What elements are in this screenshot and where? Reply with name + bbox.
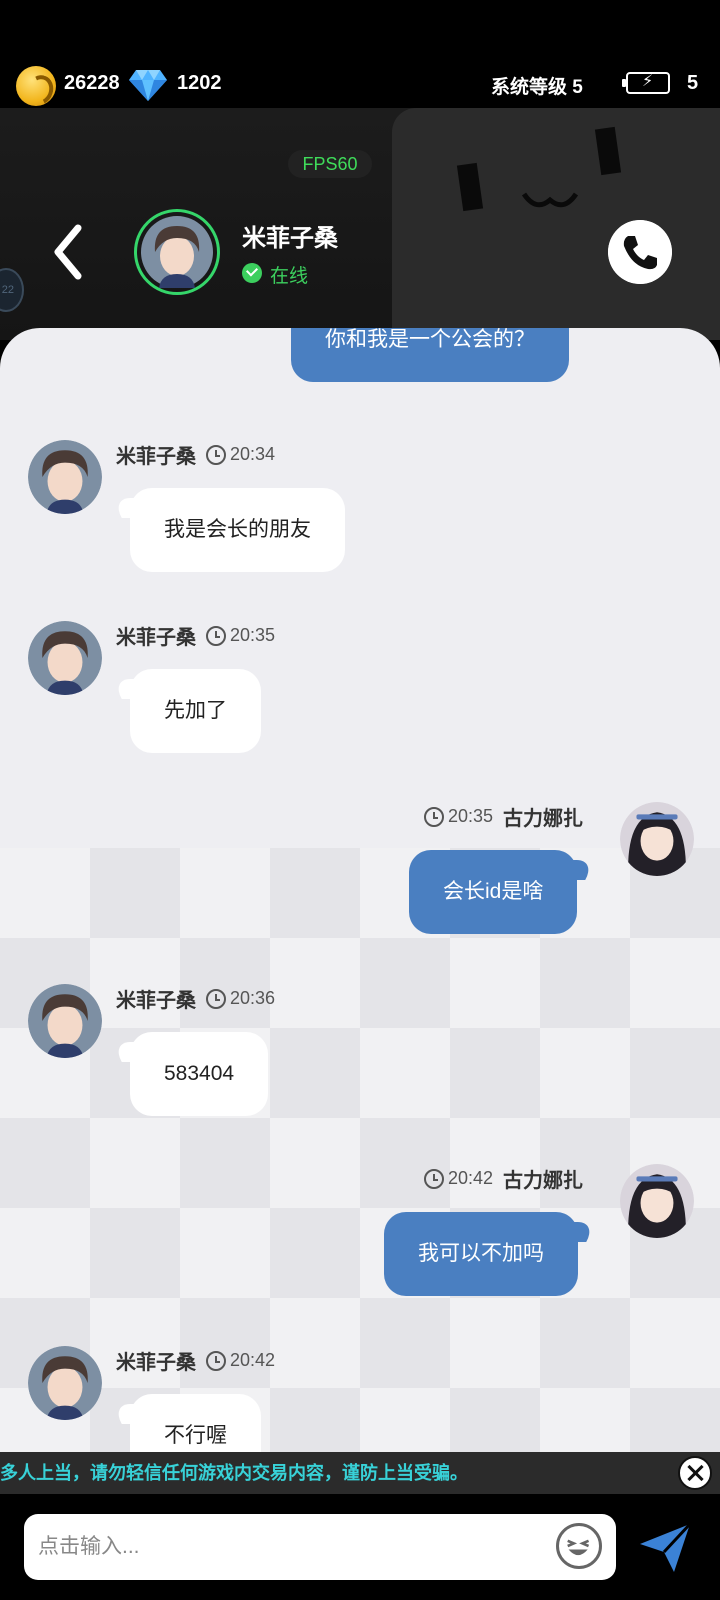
message-input-box[interactable] xyxy=(24,1514,616,1580)
message-bubble-incoming[interactable]: 我是会长的朋友 xyxy=(130,488,345,572)
clock-icon xyxy=(206,444,226,465)
chat-messages[interactable]: 你和我是一个公会的？ 米菲子桑 20:34 我是会长的朋友 米菲子桑 20:35… xyxy=(0,328,720,1452)
timestamp: 20:42 xyxy=(424,1168,493,1189)
energy-battery-icon: ⚡ xyxy=(622,72,670,94)
message-meta: 米菲子桑 20:34 xyxy=(116,440,275,469)
message-meta: 米菲子桑 20:36 xyxy=(116,984,275,1013)
back-button[interactable] xyxy=(48,222,88,282)
sender-avatar[interactable] xyxy=(28,984,102,1058)
message-input-bar xyxy=(0,1494,720,1600)
message-bubble-outgoing[interactable]: 你和我是一个公会的？ xyxy=(291,328,569,382)
timestamp: 20:35 xyxy=(206,625,275,646)
clock-icon xyxy=(206,1350,226,1371)
message-meta: 20:42 古力娜扎 xyxy=(424,1164,583,1193)
coin-count: 26228 xyxy=(64,72,120,94)
message-meta: 20:35 古力娜扎 xyxy=(424,802,583,831)
scam-warning-banner: 多人上当，请勿轻信任何游戏内交易内容，谨防上当受骗。 xyxy=(0,1452,720,1494)
timestamp: 20:34 xyxy=(206,444,275,465)
timestamp: 20:36 xyxy=(206,988,275,1009)
sender-avatar[interactable] xyxy=(28,1346,102,1420)
clock-icon xyxy=(424,1168,444,1189)
sender-name: 米菲子桑 xyxy=(116,1352,196,1374)
cube-mouth xyxy=(522,192,578,208)
close-banner-button[interactable] xyxy=(678,1456,712,1490)
timestamp: 20:35 xyxy=(424,806,493,827)
warning-text: 多人上当，请勿轻信任何游戏内交易内容，谨防上当受骗。 xyxy=(0,1463,468,1483)
message-time: 20:42 xyxy=(230,1350,276,1370)
online-check-icon xyxy=(242,263,262,283)
message-input[interactable] xyxy=(38,1514,538,1580)
message-bubble-outgoing[interactable]: 我可以不加吗 xyxy=(384,1212,578,1296)
clock-icon xyxy=(206,988,226,1009)
sender-name: 米菲子桑 xyxy=(116,446,196,468)
checker-floor-background xyxy=(0,848,720,1452)
message-meta: 米菲子桑 20:35 xyxy=(116,621,275,650)
message-bubble-incoming[interactable]: 583404 xyxy=(130,1032,269,1116)
message-time: 20:35 xyxy=(230,625,276,645)
chat-header xyxy=(0,108,720,340)
message-meta: 米菲子桑 20:42 xyxy=(116,1346,275,1375)
send-button[interactable] xyxy=(638,1522,692,1574)
message-bubble-incoming[interactable]: 先加了 xyxy=(130,669,261,753)
background-cube xyxy=(392,108,720,340)
gold-coin-icon xyxy=(16,66,56,106)
fps-counter: FPS60 xyxy=(288,150,372,178)
message-time: 20:34 xyxy=(230,444,276,464)
online-status: 在线 xyxy=(270,266,309,287)
my-avatar[interactable] xyxy=(620,802,694,876)
message-bubble-incoming[interactable]: 不行喔 xyxy=(130,1394,261,1452)
message-bubble-outgoing[interactable]: 会长id是啥 xyxy=(409,850,578,934)
contact-avatar[interactable] xyxy=(134,209,220,295)
lightning-icon: ⚡ xyxy=(642,73,654,90)
message-time: 20:42 xyxy=(448,1168,494,1188)
sender-name: 米菲子桑 xyxy=(116,627,196,649)
message-time: 20:35 xyxy=(448,806,494,826)
system-level: 系统等级 5 xyxy=(491,77,583,98)
diamond-icon xyxy=(129,70,167,101)
phone-call-button[interactable] xyxy=(608,220,672,284)
resource-bar: 26228 1202 系统等级 5 ⚡ 5 xyxy=(0,0,720,108)
energy-count: 5 xyxy=(687,72,699,94)
contact-name: 米菲子桑 xyxy=(242,225,338,252)
sender-name: 古力娜扎 xyxy=(503,1170,584,1192)
sender-name: 古力娜扎 xyxy=(503,808,584,830)
sender-avatar[interactable] xyxy=(28,621,102,695)
sender-name: 米菲子桑 xyxy=(116,990,196,1012)
clock-icon xyxy=(424,806,444,827)
timestamp: 20:42 xyxy=(206,1350,275,1371)
sender-avatar[interactable] xyxy=(28,440,102,514)
message-time: 20:36 xyxy=(230,988,276,1008)
gem-count: 1202 xyxy=(177,72,222,94)
my-avatar[interactable] xyxy=(620,1164,694,1238)
clock-icon xyxy=(206,625,226,646)
emoji-button[interactable] xyxy=(556,1523,602,1569)
